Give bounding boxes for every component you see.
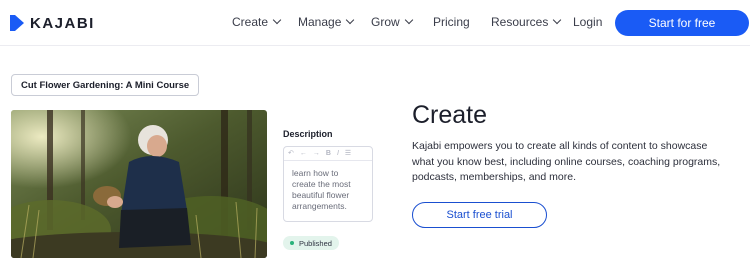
chevron-down-icon [272,15,282,25]
status-badge: Published [283,236,339,250]
nav-grow-label: Grow [371,15,400,29]
description-editor[interactable]: ↶ ← → B I ☰ learn how to create the most… [283,146,373,222]
login-label: Login [573,15,603,29]
nav-resources-menu[interactable]: Resources [491,15,562,29]
course-title-chip: Cut Flower Gardening: A Mini Course [11,74,200,96]
chevron-down-icon [553,15,562,25]
kajabi-logo[interactable]: KAJABI [10,14,95,32]
section-heading: Create [412,101,488,129]
brand-name: KAJABI [30,14,95,32]
chevron-down-icon [346,15,355,25]
nav-resources-label: Resources [491,15,549,29]
description-label: Description [283,129,333,139]
status-dot-icon [290,241,294,245]
chevron-down-icon [404,15,413,25]
editor-toolbar: ↶ ← → B I ☰ [284,147,372,161]
nav-pricing-label: Pricing [433,15,470,29]
section-body: Kajabi empowers you to create all kinds … [412,140,721,183]
arrow-right-icon[interactable]: → [313,150,320,157]
nav-grow-menu[interactable]: Grow [371,15,413,29]
course-cover-image [11,110,267,258]
top-navigation: KAJABI Create Manage Grow Pricing Resour… [0,0,750,46]
start-free-trial-button[interactable]: Start free trial [412,202,547,228]
kajabi-logo-icon [10,15,24,31]
nav-create-label: Create [232,15,269,29]
nav-create-menu[interactable]: Create [232,15,282,29]
bold-icon[interactable]: B [326,150,331,157]
nav-manage-label: Manage [298,15,342,29]
list-icon[interactable]: ☰ [345,150,351,157]
arrow-left-icon[interactable]: ← [300,150,307,157]
description-text[interactable]: learn how to create the most beautiful f… [284,161,372,212]
undo-icon[interactable]: ↶ [288,150,294,157]
nav-manage-menu[interactable]: Manage [298,15,355,29]
login-link[interactable]: Login [573,15,602,29]
italic-icon[interactable]: I [337,150,339,157]
start-for-free-button[interactable]: Start for free [615,10,749,36]
status-label: Published [299,238,332,248]
nav-pricing-link[interactable]: Pricing [433,15,470,29]
